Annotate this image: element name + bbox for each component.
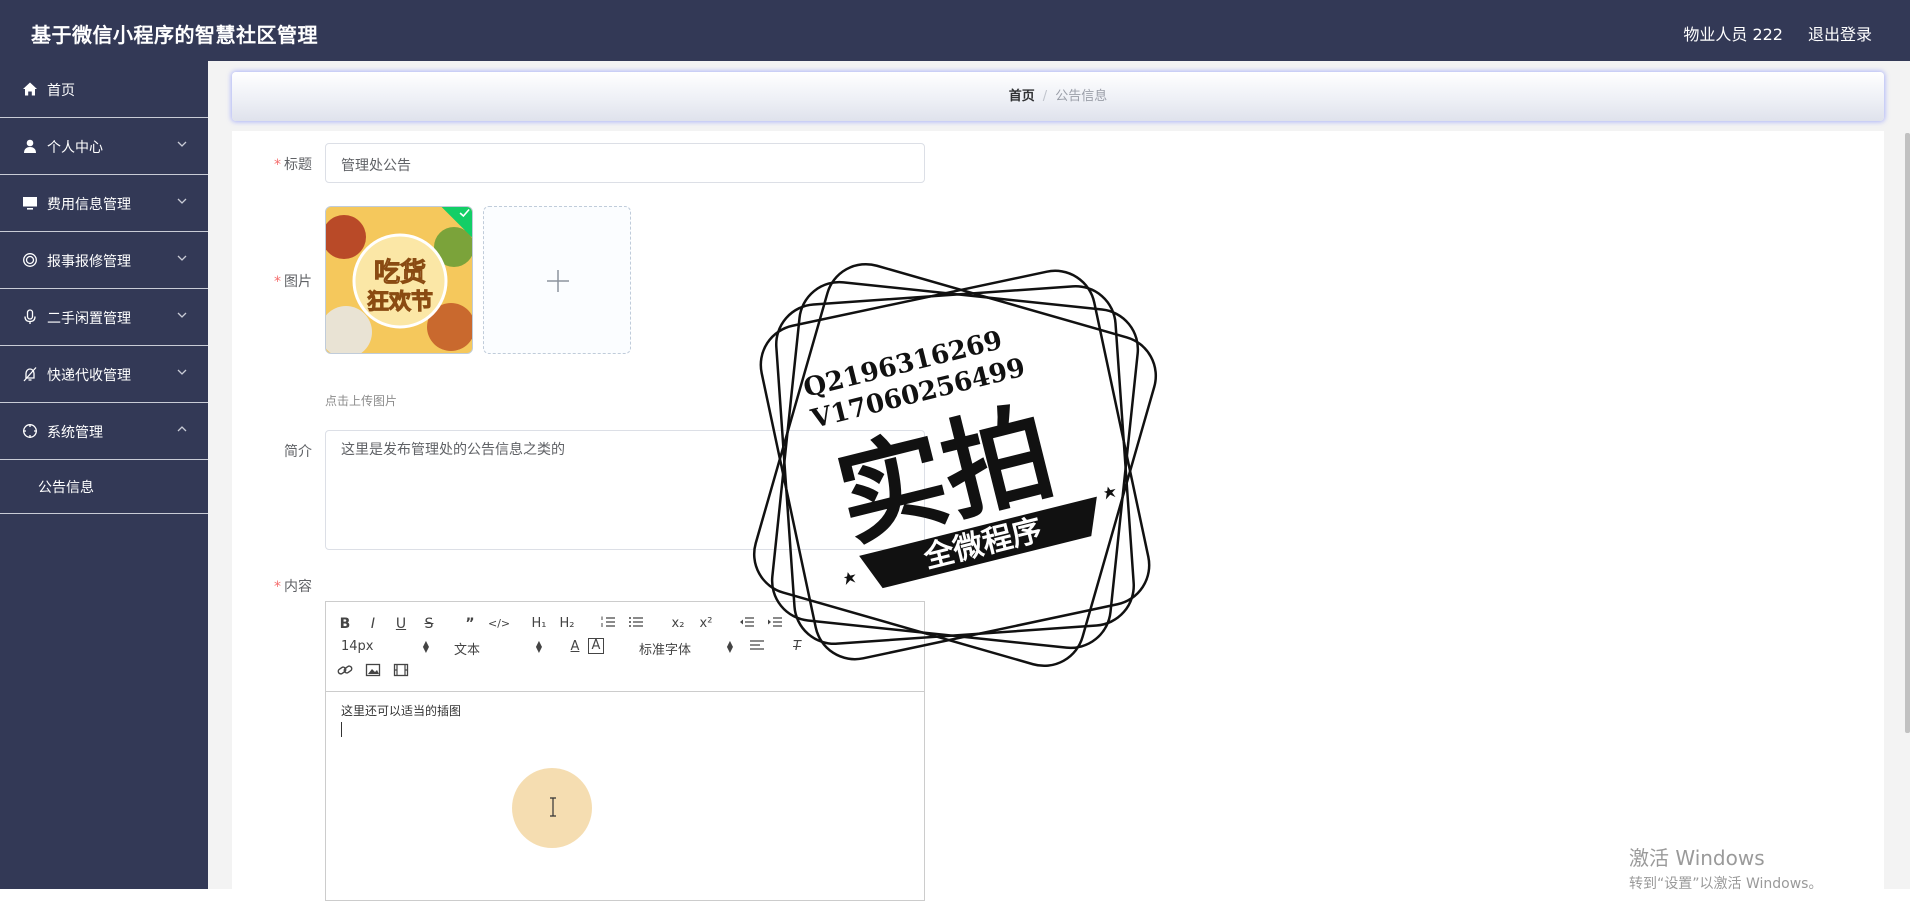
paragraph-type-value: 文本 xyxy=(454,643,481,658)
code-block-button[interactable]: </> xyxy=(488,615,510,633)
sidebar-item-fees[interactable]: 费用信息管理 xyxy=(0,175,208,232)
sidebar: 首页 个人中心 费用信息管理 报事报修管理 二手闲置管理 快递代收管理 系统管理… xyxy=(0,61,208,889)
required-asterisk: * xyxy=(274,274,281,290)
bell-off-icon xyxy=(22,366,38,382)
bold-button[interactable]: B xyxy=(335,615,355,633)
strikethrough-button[interactable]: S xyxy=(419,615,439,633)
food-festival-image: 吃货 狂欢节 xyxy=(326,207,472,353)
sidebar-item-label: 快递代收管理 xyxy=(47,368,131,384)
content-field-label: * 内容 xyxy=(274,579,312,595)
bullet-list-button[interactable] xyxy=(626,615,646,633)
insert-image-button[interactable] xyxy=(363,663,383,681)
underline-button[interactable]: U xyxy=(391,615,411,633)
select-caret-icon: ▲ ▼ xyxy=(535,639,542,654)
font-family-value: 标准字体 xyxy=(639,643,692,658)
home-icon xyxy=(22,81,38,97)
text-caret xyxy=(341,722,342,737)
chevron-down-icon xyxy=(176,366,188,378)
select-caret-icon: ▲ ▼ xyxy=(726,639,733,654)
sidebar-item-system[interactable]: 系统管理 xyxy=(0,403,208,460)
summary-textarea-value: 这里是发布管理处的公告信息之类的 xyxy=(341,442,565,458)
chevron-down-icon xyxy=(176,252,188,264)
required-asterisk: * xyxy=(274,157,281,173)
microphone-icon xyxy=(22,309,38,325)
paragraph-type-select[interactable]: 文本 ▲ ▼ xyxy=(454,639,542,659)
logout-button[interactable]: 退出登录 xyxy=(1808,21,1872,45)
editor-body-text: 这里还可以适当的插图 xyxy=(341,704,462,718)
check-icon xyxy=(459,208,470,218)
sidebar-item-repairs[interactable]: 报事报修管理 xyxy=(0,232,208,289)
compass-icon xyxy=(22,423,38,439)
ordered-list-icon xyxy=(601,616,615,627)
sidebar-item-profile[interactable]: 个人中心 xyxy=(0,118,208,175)
subscript-button[interactable]: x₂ xyxy=(668,615,688,633)
breadcrumb: 首页 / 公告信息 xyxy=(232,72,1884,121)
required-asterisk: * xyxy=(274,579,281,595)
text-cursor-icon xyxy=(550,797,556,817)
heading1-button[interactable]: H₁ xyxy=(529,615,549,633)
activation-title: 激活 Windows xyxy=(1629,846,1765,870)
title-input-value: 管理处公告 xyxy=(341,158,411,174)
sidebar-item-home[interactable]: 首页 xyxy=(0,61,208,118)
image-field-label: * 图片 xyxy=(274,274,312,290)
link-button[interactable] xyxy=(335,663,355,681)
plus-icon xyxy=(547,270,569,292)
service-icon xyxy=(22,252,38,268)
watermark-stamp: Q2196316269 V17060256499 实拍 全微程序 xyxy=(752,262,1158,668)
blockquote-button[interactable]: ” xyxy=(460,615,480,633)
font-family-select[interactable]: 标准字体 ▲ ▼ xyxy=(639,639,733,659)
top-navbar: 基于微信小程序的智慧社区管理 物业人员 222 退出登录 xyxy=(0,0,1910,61)
image-caption-line2: 狂欢节 xyxy=(367,289,433,315)
ordered-list-button[interactable] xyxy=(598,615,618,633)
page-scrollbar-thumb[interactable] xyxy=(1905,133,1910,733)
summary-field-label: 简介 xyxy=(284,444,312,460)
sidebar-item-label: 个人中心 xyxy=(47,140,103,156)
italic-button[interactable]: I xyxy=(363,615,383,633)
title-input[interactable]: 管理处公告 xyxy=(325,143,925,183)
sidebar-item-label: 首页 xyxy=(47,83,75,99)
chevron-down-icon xyxy=(176,309,188,321)
sidebar-item-secondhand[interactable]: 二手闲置管理 xyxy=(0,289,208,346)
windows-activation-notice: 激活 Windows 转到“设置”以激活 Windows。 xyxy=(1629,842,1822,893)
sidebar-item-label: 报事报修管理 xyxy=(47,254,131,270)
bullet-list-icon xyxy=(629,617,643,627)
image-caption-line1: 吃货 xyxy=(374,257,426,288)
heading2-button[interactable]: H₂ xyxy=(557,615,577,633)
font-size-value: 14px xyxy=(341,639,374,654)
background-color-button[interactable]: A xyxy=(588,638,604,654)
sidebar-subitem-label: 公告信息 xyxy=(38,480,94,496)
uploaded-image-thumbnail[interactable]: 吃货 狂欢节 xyxy=(325,206,473,354)
insert-video-button[interactable] xyxy=(391,663,411,681)
breadcrumb-current: 公告信息 xyxy=(1055,89,1108,104)
font-color-button[interactable]: A xyxy=(565,638,585,656)
image-icon xyxy=(365,663,381,677)
sidebar-item-label: 二手闲置管理 xyxy=(47,311,131,327)
breadcrumb-home-link[interactable]: 首页 xyxy=(1009,89,1035,104)
chevron-down-icon xyxy=(176,195,188,207)
app-title: 基于微信小程序的智慧社区管理 xyxy=(31,23,318,47)
select-caret-icon: ▲ ▼ xyxy=(422,639,429,654)
activation-subtitle: 转到“设置”以激活 Windows。 xyxy=(1629,876,1823,892)
sidebar-item-label: 费用信息管理 xyxy=(47,197,131,213)
sidebar-subitem-notices[interactable]: 公告信息 xyxy=(0,460,208,514)
current-user-label: 物业人员 222 xyxy=(1683,25,1783,44)
chevron-down-icon xyxy=(176,138,188,150)
title-field-label: * 标题 xyxy=(274,157,312,173)
link-icon xyxy=(337,665,353,675)
monitor-icon xyxy=(22,195,38,211)
upload-tip: 点击上传图片 xyxy=(325,394,398,408)
sidebar-item-label: 系统管理 xyxy=(47,425,103,441)
breadcrumb-separator: / xyxy=(1042,89,1048,104)
superscript-button[interactable]: x² xyxy=(696,615,716,633)
video-icon xyxy=(393,663,409,677)
user-icon xyxy=(22,138,38,154)
font-size-select[interactable]: 14px ▲ ▼ xyxy=(341,639,429,655)
chevron-up-icon xyxy=(176,423,188,435)
upload-image-button[interactable] xyxy=(483,206,631,354)
sidebar-item-express[interactable]: 快递代收管理 xyxy=(0,346,208,403)
